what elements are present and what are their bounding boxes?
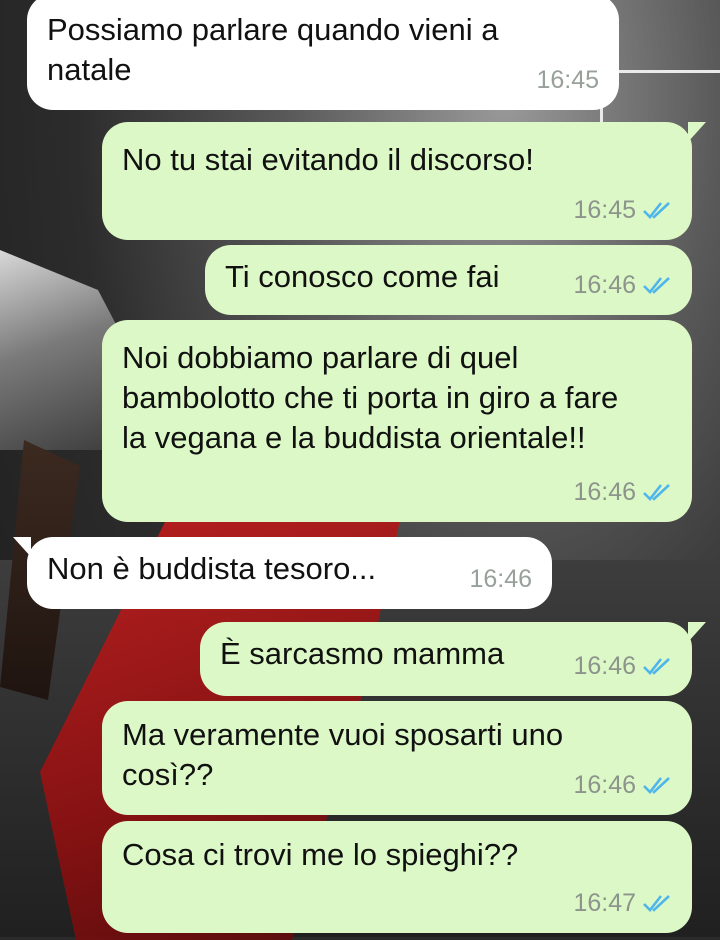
message-meta: 16:47 <box>573 883 672 923</box>
message-bubble-outgoing[interactable]: Noi dobbiamo parlare di quel bambolotto … <box>102 320 692 522</box>
message-time: 16:46 <box>573 771 636 799</box>
message-meta: 16:46 <box>573 265 672 305</box>
message-bubble-outgoing[interactable]: No tu stai evitando il discorso! 16:45 <box>102 122 706 240</box>
message-meta: 16:46 <box>573 646 672 686</box>
double-check-icon <box>643 277 670 294</box>
message-bubble-outgoing[interactable]: È sarcasmo mamma 16:46 <box>200 622 706 696</box>
message-text: No tu stai evitando il discorso! <box>122 142 534 177</box>
double-check-icon <box>643 895 670 912</box>
message-bubble-outgoing[interactable]: Cosa ci trovi me lo spieghi?? 16:47 <box>102 821 692 933</box>
message-bubble-incoming[interactable]: Non è buddista tesoro... 16:46 <box>13 537 552 609</box>
message-text: Possiamo parlare quando vieni a natale <box>47 12 508 87</box>
message-time: 16:46 <box>573 652 636 680</box>
message-meta: 16:45 <box>536 60 599 100</box>
message-time: 16:47 <box>573 889 636 917</box>
double-check-icon <box>643 777 670 794</box>
message-meta: 16:46 <box>469 559 532 599</box>
message-text: Non è buddista tesoro... <box>47 551 377 586</box>
message-text: Cosa ci trovi me lo spieghi?? <box>122 837 519 872</box>
double-check-icon <box>643 658 670 675</box>
message-time: 16:46 <box>573 271 636 299</box>
message-meta: 16:45 <box>573 190 672 230</box>
message-text: Ma veramente vuoi sposarti uno così?? <box>122 717 572 792</box>
message-meta: 16:46 <box>573 472 672 512</box>
message-time: 16:46 <box>573 478 636 506</box>
message-time: 16:46 <box>469 565 532 593</box>
message-time: 16:45 <box>536 66 599 94</box>
message-bubble-incoming[interactable]: Possiamo parlare quando vieni a natale 1… <box>27 0 619 110</box>
double-check-icon <box>643 202 670 219</box>
message-time: 16:45 <box>573 196 636 224</box>
message-text: Noi dobbiamo parlare di quel bambolotto … <box>122 340 627 455</box>
double-check-icon <box>643 484 670 501</box>
message-bubble-outgoing[interactable]: Ma veramente vuoi sposarti uno così?? 16… <box>102 701 692 815</box>
message-bubble-outgoing[interactable]: Ti conosco come fai 16:46 <box>205 245 692 315</box>
message-meta: 16:46 <box>573 765 672 805</box>
